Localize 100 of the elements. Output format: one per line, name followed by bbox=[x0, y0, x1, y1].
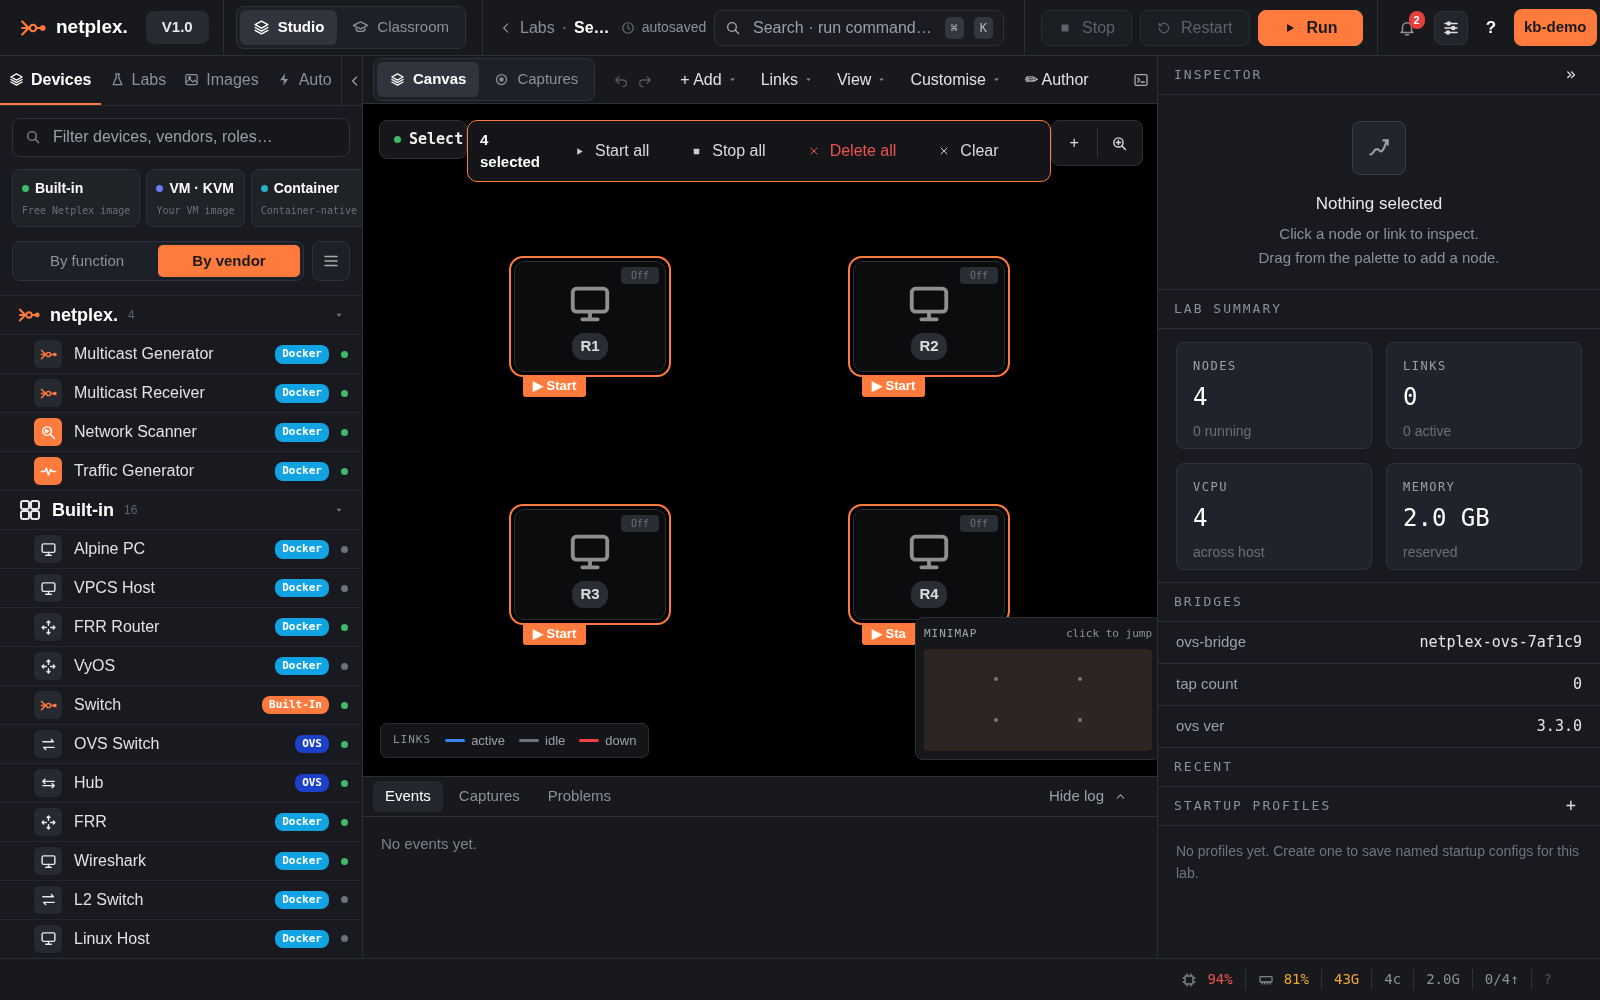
device-name: VPCS Host bbox=[74, 578, 156, 599]
save-status: autosaved bbox=[641, 18, 707, 37]
group-title: Built-in bbox=[52, 498, 114, 522]
property-value: netplex-ovs-7af1c9 bbox=[1419, 632, 1582, 654]
network-logo-icon bbox=[34, 340, 62, 369]
hide-log-button[interactable]: Hide log bbox=[1028, 781, 1147, 812]
device-name: FRR bbox=[74, 812, 108, 833]
help-button[interactable]: ? bbox=[1477, 14, 1504, 41]
device-type-tag: Docker bbox=[275, 929, 329, 949]
clear-button[interactable]: Clear bbox=[920, 135, 1017, 167]
property-name: ovs-bridge bbox=[1176, 632, 1247, 653]
device-name: Traffic Generator bbox=[74, 461, 196, 482]
breadcrumb-link[interactable]: Labs bbox=[520, 15, 555, 40]
sidebar-tab[interactable]: Images bbox=[175, 56, 268, 105]
search-input[interactable]: Search · run command… bbox=[751, 14, 935, 41]
minimap-hint: click to jump bbox=[1065, 626, 1152, 642]
source-card[interactable]: VM · KVM Your VM image bbox=[146, 168, 245, 227]
layers-icon bbox=[9, 72, 24, 87]
log-tab[interactable]: Captures bbox=[446, 781, 532, 812]
double-arrows-icon bbox=[34, 769, 62, 798]
magnifier-icon bbox=[34, 418, 62, 447]
menu-button[interactable]: View bbox=[828, 63, 896, 96]
minimap-node bbox=[994, 677, 998, 682]
layers-icon bbox=[252, 19, 270, 36]
property-value: 3.3.0 bbox=[1536, 716, 1582, 738]
caret-down-icon bbox=[727, 75, 737, 84]
stat-label: MEMORY bbox=[1403, 479, 1457, 496]
device-name: Multicast Receiver bbox=[74, 383, 206, 404]
sidebar-tab[interactable]: Devices bbox=[0, 56, 101, 105]
status-value: 4c bbox=[1384, 970, 1402, 989]
chip-icon bbox=[1181, 971, 1198, 988]
state-tag: Off bbox=[620, 515, 659, 532]
run-button[interactable]: Run bbox=[1257, 9, 1363, 46]
stat-note: reserved bbox=[1403, 543, 1459, 562]
device-type-tag: Docker bbox=[275, 851, 329, 871]
stat-label: NODES bbox=[1193, 358, 1238, 375]
user-button[interactable]: kb-demo bbox=[1514, 9, 1597, 46]
add-button[interactable]: + bbox=[1559, 792, 1582, 820]
property-name: tap count bbox=[1176, 674, 1238, 695]
menu-button[interactable]: Links bbox=[751, 63, 822, 96]
sidebar-tab[interactable]: Auto bbox=[267, 56, 341, 105]
menu-button[interactable]: ✏ Author bbox=[1015, 63, 1098, 96]
start-button[interactable]: Start all bbox=[556, 135, 668, 167]
restart-icon bbox=[1156, 20, 1171, 35]
target-icon bbox=[494, 72, 510, 87]
device-node[interactable]: Off R4 bbox=[848, 504, 1010, 625]
device-node[interactable]: Off R1 bbox=[509, 256, 671, 377]
pulse-icon bbox=[34, 457, 62, 486]
tool-mode[interactable]: Select bbox=[379, 120, 467, 159]
source-title: Built-in bbox=[35, 178, 84, 198]
empty-title: Nothing selected bbox=[1315, 193, 1443, 215]
stat-note: 0 running bbox=[1193, 422, 1253, 441]
caret-down-icon bbox=[991, 75, 1001, 84]
device-node[interactable]: Off R2 bbox=[848, 256, 1010, 377]
sidebar-tab[interactable]: Labs bbox=[100, 56, 176, 105]
search-field[interactable]: Search · run command… ⌘ K bbox=[714, 9, 1004, 46]
view-tab[interactable]: Captures bbox=[481, 62, 592, 97]
menu-button[interactable] bbox=[312, 240, 350, 282]
minimap-panel[interactable]: MINIMAP click to jump bbox=[915, 617, 1157, 760]
log-tab[interactable]: Problems bbox=[535, 781, 624, 812]
source-card[interactable]: Container Container-native bbox=[250, 168, 362, 227]
status-dot bbox=[394, 136, 401, 143]
terminal-icon bbox=[1133, 71, 1149, 88]
mode-tab[interactable]: Studio bbox=[239, 10, 338, 45]
node-label: R1 bbox=[572, 333, 608, 360]
filter-input[interactable]: Filter devices, vendors, roles… bbox=[51, 124, 337, 151]
log-tab[interactable]: Events bbox=[373, 781, 443, 812]
zoom-in-icon bbox=[1111, 134, 1129, 152]
grouping-tab[interactable]: By vendor bbox=[158, 244, 300, 278]
section-title: BRIDGES bbox=[1174, 593, 1243, 612]
layers-icon bbox=[390, 72, 405, 87]
menu-button[interactable]: Customise bbox=[901, 63, 1010, 96]
source-card[interactable]: Built-in Free Netplex image bbox=[12, 168, 141, 227]
monitor-icon bbox=[34, 574, 62, 603]
status-value: 43G bbox=[1333, 970, 1360, 989]
device-type-tag: Built-In bbox=[262, 695, 329, 715]
device-type-tag: Docker bbox=[275, 423, 329, 442]
stat-label: LINKS bbox=[1403, 358, 1448, 375]
delete-button[interactable]: Delete all bbox=[789, 135, 915, 167]
source-title: VM · KVM bbox=[169, 178, 234, 198]
group-count: 4 bbox=[128, 307, 135, 325]
stop-button[interactable]: Stop all bbox=[673, 135, 784, 167]
filter-field[interactable]: Filter devices, vendors, roles… bbox=[12, 118, 350, 157]
grouping-tab[interactable]: By function bbox=[16, 244, 158, 278]
status-value: ? bbox=[1543, 970, 1552, 989]
minimap-node bbox=[994, 718, 998, 723]
source-subtitle: Container-native bbox=[260, 203, 357, 218]
status-value: 0/4↑ bbox=[1484, 970, 1519, 989]
menu-button[interactable]: + Add bbox=[671, 63, 746, 96]
collapse-button[interactable]: » bbox=[1559, 61, 1582, 89]
view-tab[interactable]: Canvas bbox=[377, 62, 480, 97]
legend-label: idle bbox=[545, 731, 566, 750]
mode-tab[interactable]: Classroom bbox=[339, 10, 462, 45]
device-node[interactable]: Off R3 bbox=[509, 504, 671, 625]
four-arrows-icon bbox=[34, 808, 62, 837]
shortcut-key: ⌘ bbox=[944, 16, 964, 39]
settings-button[interactable] bbox=[1433, 10, 1468, 45]
state-tag: Off bbox=[959, 515, 998, 532]
empty-hint: Drag from the palette to add a node. bbox=[1258, 248, 1500, 268]
device-type-tag: Docker bbox=[275, 812, 329, 832]
